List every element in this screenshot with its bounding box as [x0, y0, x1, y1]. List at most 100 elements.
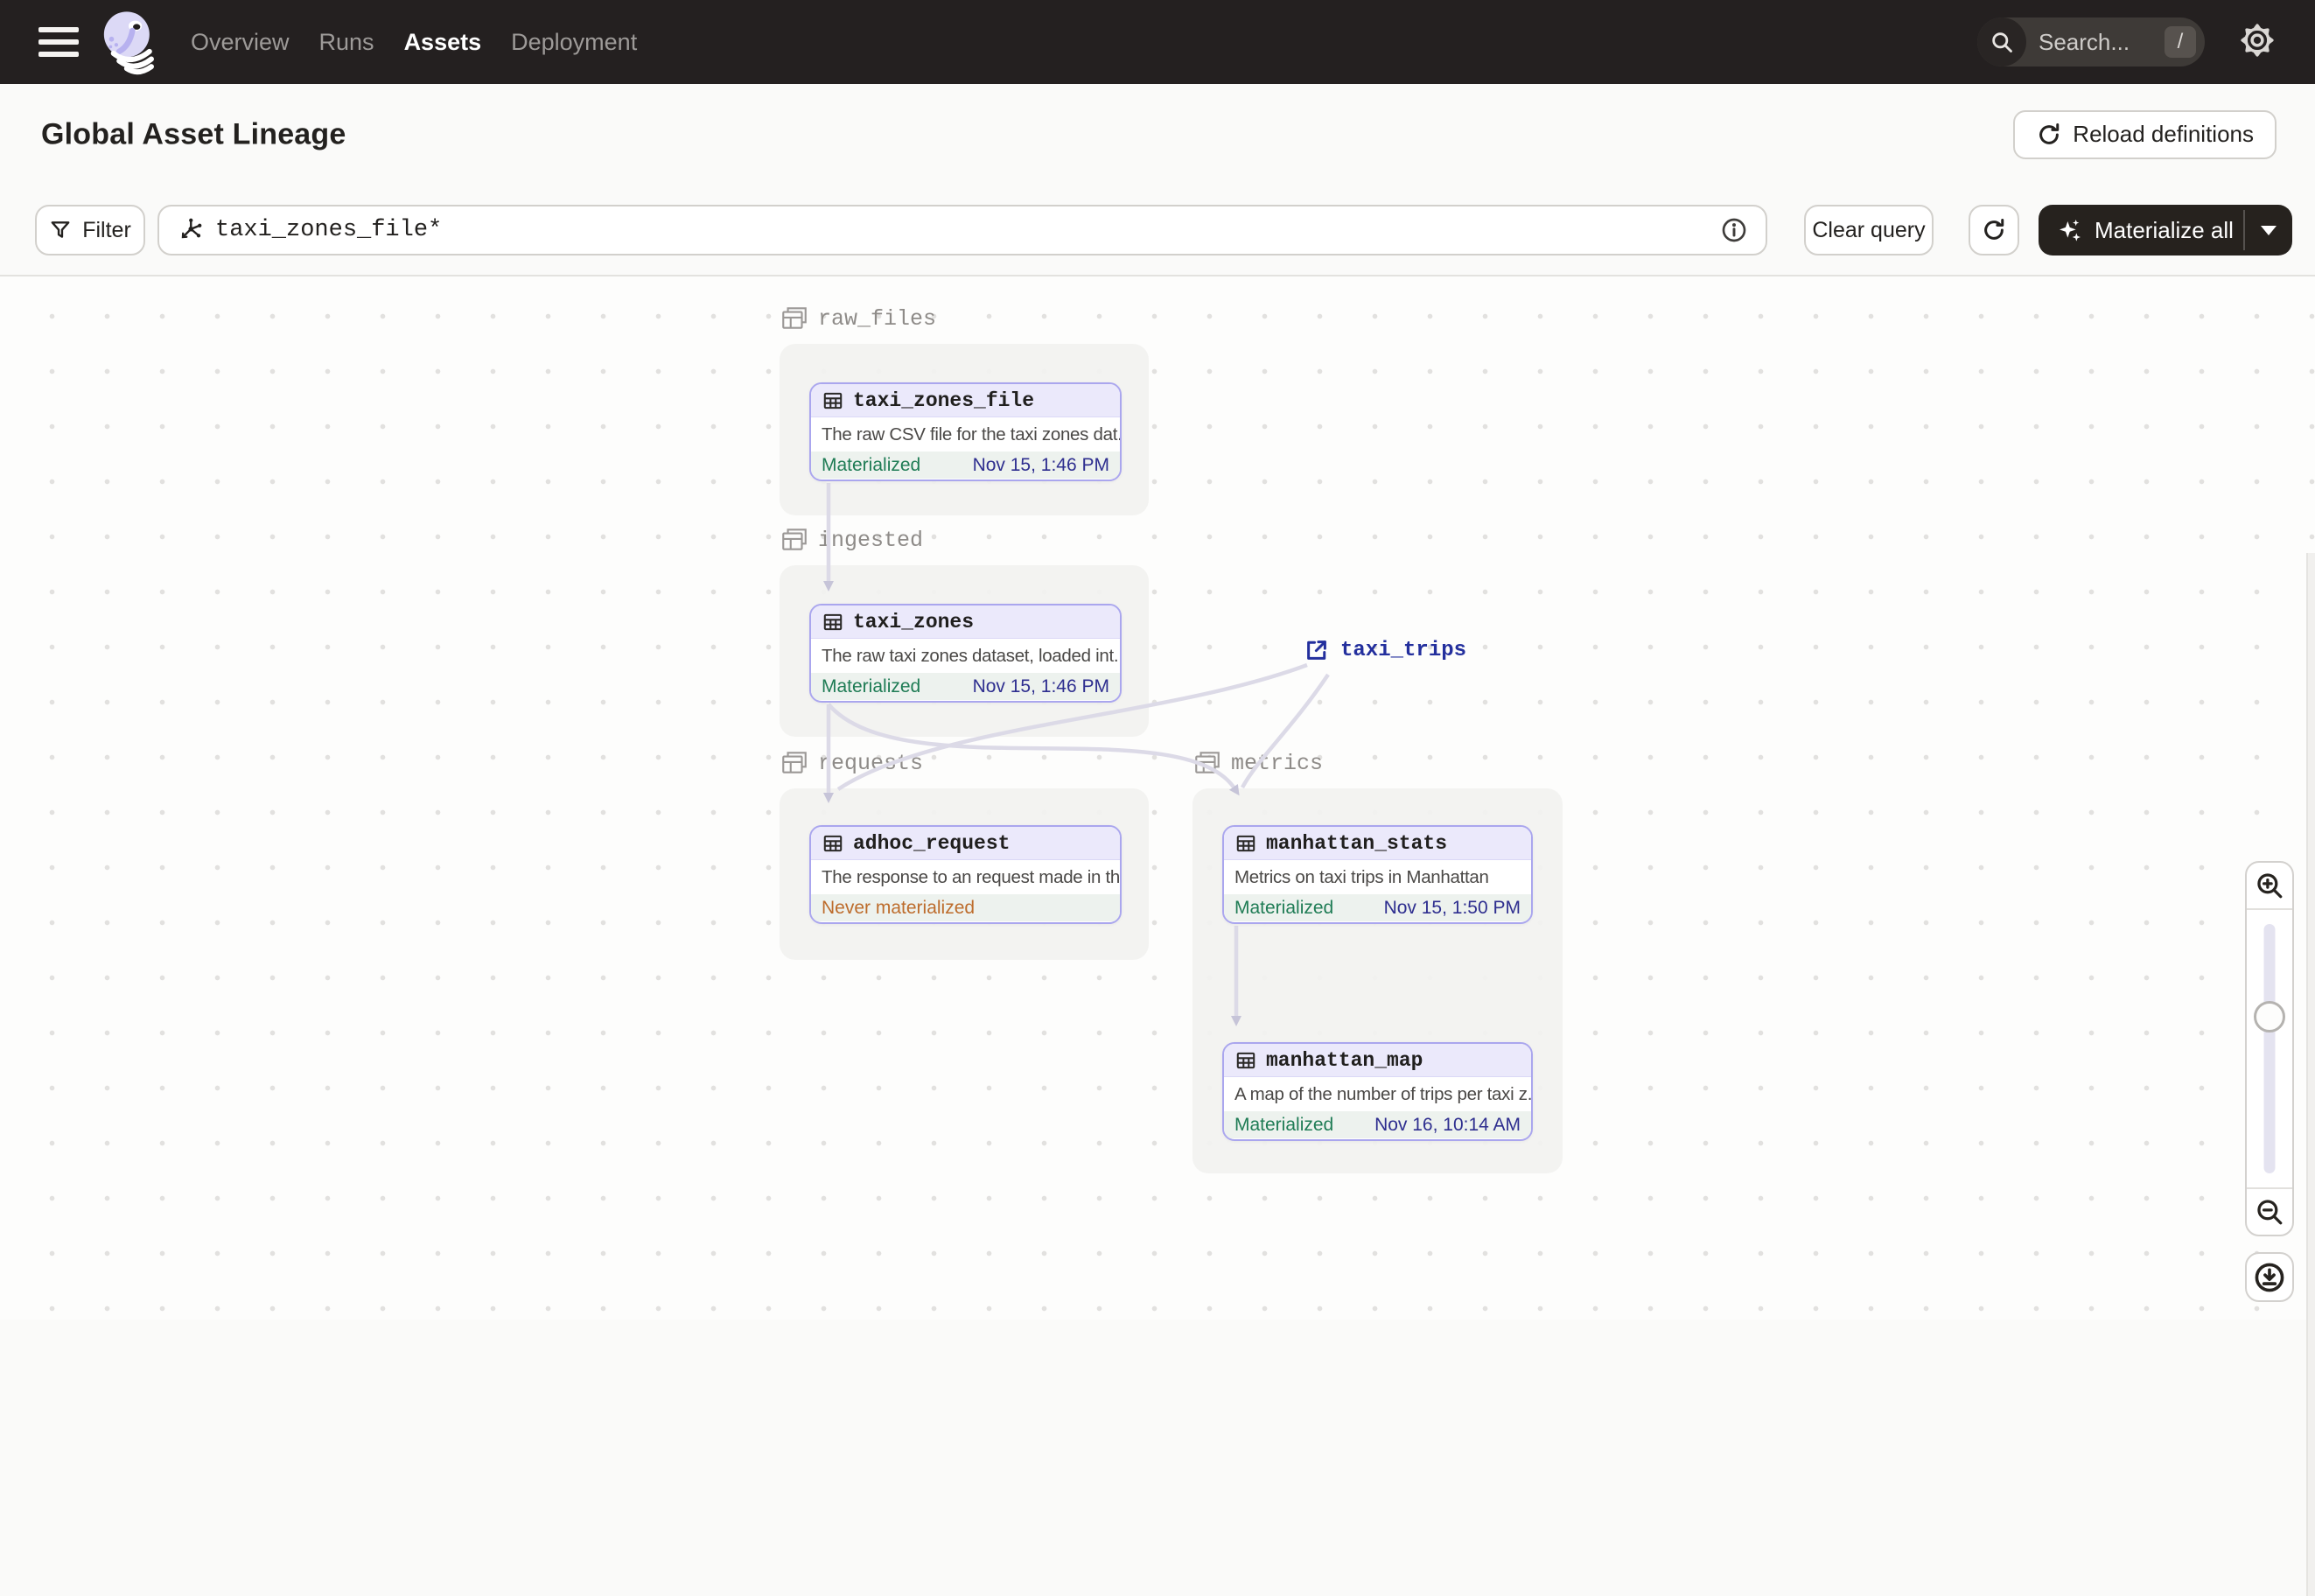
group-label-ingested[interactable]: ingested	[780, 525, 923, 555]
zoom-controls	[2245, 861, 2294, 1236]
group-name: raw_files	[818, 305, 937, 332]
status-badge: Materialized	[822, 676, 921, 696]
settings-gear-icon[interactable]	[2238, 21, 2277, 64]
search-bar[interactable]: /	[1977, 18, 2205, 66]
asset-status-bar: Materialized Nov 15, 1:46 PM	[811, 452, 1120, 479]
lineage-edges	[823, 483, 1330, 1026]
reload-icon	[2039, 122, 2060, 144]
materialization-timestamp: Nov 16, 10:14 AM	[1374, 1114, 1521, 1135]
asset-name: manhattan_map	[1266, 1048, 1423, 1072]
lineage-canvas[interactable]: raw_files ingested requests metrics taxi…	[0, 276, 2315, 1596]
zoom-slider[interactable]	[2247, 910, 2292, 1187]
asset-description: A map of the number of trips per taxi z.…	[1234, 1083, 1531, 1104]
top-nav: Overview Runs Assets Deployment /	[0, 0, 2315, 84]
materialize-options-dropdown[interactable]	[2245, 205, 2292, 256]
asset-status-bar: Materialized Nov 16, 10:14 AM	[1224, 1111, 1531, 1138]
table-icon	[1236, 1052, 1255, 1068]
materialization-timestamp: Nov 15, 1:46 PM	[972, 454, 1109, 475]
asset-description: Metrics on taxi trips in Manhattan	[1234, 866, 1489, 887]
asset-description: The response to an request made in th...	[822, 866, 1120, 887]
chevron-down-icon	[2261, 225, 2277, 235]
menu-icon[interactable]	[38, 27, 79, 57]
asset-node-adhoc-request[interactable]: adhoc_request The response to an request…	[809, 825, 1122, 924]
clear-query-label: Clear query	[1812, 217, 1926, 242]
page-header: Global Asset Lineage Reload definitions	[0, 84, 2315, 185]
asset-query-field[interactable]	[157, 205, 1767, 256]
asset-node-header: adhoc_request	[811, 827, 1120, 860]
asset-name: taxi_zones	[853, 610, 975, 634]
external-link-icon	[1307, 640, 1326, 660]
group-label-raw-files[interactable]: raw_files	[780, 304, 936, 333]
graph-query-icon	[181, 218, 202, 239]
group-name: requests	[818, 750, 924, 776]
external-asset-taxi-trips[interactable]: taxi_trips	[1304, 637, 1466, 663]
search-input[interactable]	[2026, 28, 2165, 56]
asset-status-bar: Materialized Nov 15, 1:46 PM	[811, 673, 1120, 700]
asset-node-manhattan-stats[interactable]: manhattan_stats Metrics on taxi trips in…	[1222, 825, 1533, 924]
asset-status-bar: Never materialized	[811, 894, 1120, 921]
reload-definitions-label: Reload definitions	[2073, 121, 2254, 147]
nav-link-runs[interactable]: Runs	[319, 29, 374, 56]
asset-node-header: taxi_zones	[811, 606, 1120, 639]
group-tables-icon	[782, 307, 807, 329]
download-circle-icon	[2255, 1263, 2284, 1292]
materialize-all-label: Materialize all	[2095, 216, 2234, 243]
group-label-requests[interactable]: requests	[780, 748, 923, 778]
asset-description: The raw CSV file for the taxi zones dat.…	[822, 424, 1120, 444]
zoom-in-icon	[2257, 873, 2283, 899]
asset-status-bar: Materialized Nov 15, 1:50 PM	[1224, 894, 1531, 921]
asset-node-taxi-zones-file[interactable]: taxi_zones_file The raw CSV file for the…	[809, 382, 1122, 481]
query-input[interactable]	[215, 217, 1720, 243]
canvas-scrollbar[interactable]	[2306, 553, 2315, 1596]
group-tables-icon	[782, 528, 807, 550]
external-asset-name: taxi_trips	[1340, 638, 1467, 662]
search-shortcut-badge: /	[2165, 26, 2196, 58]
nav-link-deployment[interactable]: Deployment	[511, 29, 637, 56]
zoom-out-icon	[2257, 1200, 2283, 1225]
filter-button[interactable]: Filter	[35, 205, 145, 256]
nav-link-assets[interactable]: Assets	[404, 29, 482, 56]
asset-node-taxi-zones[interactable]: taxi_zones The raw taxi zones dataset, l…	[809, 604, 1122, 703]
zoom-slider-track[interactable]	[2263, 924, 2276, 1173]
asset-name: taxi_zones_file	[853, 388, 1035, 412]
refresh-button[interactable]	[1969, 205, 2019, 256]
download-view-button[interactable]	[2245, 1252, 2294, 1302]
zoom-slider-thumb[interactable]	[2254, 1001, 2285, 1032]
status-badge: Materialized	[1234, 1114, 1334, 1135]
lineage-toolbar: Filter Clear query Materialize all	[0, 185, 2315, 276]
asset-node-header: manhattan_stats	[1224, 827, 1531, 860]
query-info-icon[interactable]	[1720, 216, 1748, 244]
table-icon	[823, 613, 843, 630]
group-label-metrics[interactable]: metrics	[1192, 748, 1323, 778]
nav-link-overview[interactable]: Overview	[191, 29, 290, 56]
page-title: Global Asset Lineage	[41, 117, 346, 150]
materialization-timestamp: Nov 15, 1:50 PM	[1383, 897, 1521, 918]
clear-query-button[interactable]: Clear query	[1804, 205, 1934, 256]
asset-node-header: taxi_zones_file	[811, 384, 1120, 417]
asset-name: manhattan_stats	[1266, 831, 1448, 855]
filter-label: Filter	[82, 217, 131, 242]
zoom-out-button[interactable]	[2247, 1187, 2292, 1235]
refresh-icon	[1984, 218, 2004, 240]
status-badge: Materialized	[822, 454, 921, 475]
zoom-in-button[interactable]	[2247, 863, 2292, 910]
asset-name: adhoc_request	[853, 831, 1011, 855]
materialize-all-button[interactable]: Materialize all	[2039, 205, 2292, 256]
filter-funnel-icon	[51, 221, 70, 238]
asset-description: The raw taxi zones dataset, loaded int..…	[822, 645, 1120, 666]
dagster-logo-icon[interactable]	[98, 8, 159, 76]
reload-definitions-button[interactable]: Reload definitions	[2013, 109, 2277, 159]
status-badge: Materialized	[1234, 897, 1334, 918]
group-name: ingested	[818, 527, 924, 553]
group-name: metrics	[1231, 750, 1324, 776]
group-tables-icon	[1195, 752, 1220, 774]
sparkle-icon	[2060, 220, 2081, 242]
nav-links: Overview Runs Assets Deployment	[191, 29, 637, 56]
table-icon	[823, 392, 843, 409]
group-tables-icon	[782, 752, 807, 774]
table-icon	[1236, 835, 1255, 851]
table-icon	[823, 835, 843, 851]
asset-node-header: manhattan_map	[1224, 1044, 1531, 1077]
materialization-timestamp: Nov 15, 1:46 PM	[972, 676, 1109, 696]
asset-node-manhattan-map[interactable]: manhattan_map A map of the number of tri…	[1222, 1042, 1533, 1141]
